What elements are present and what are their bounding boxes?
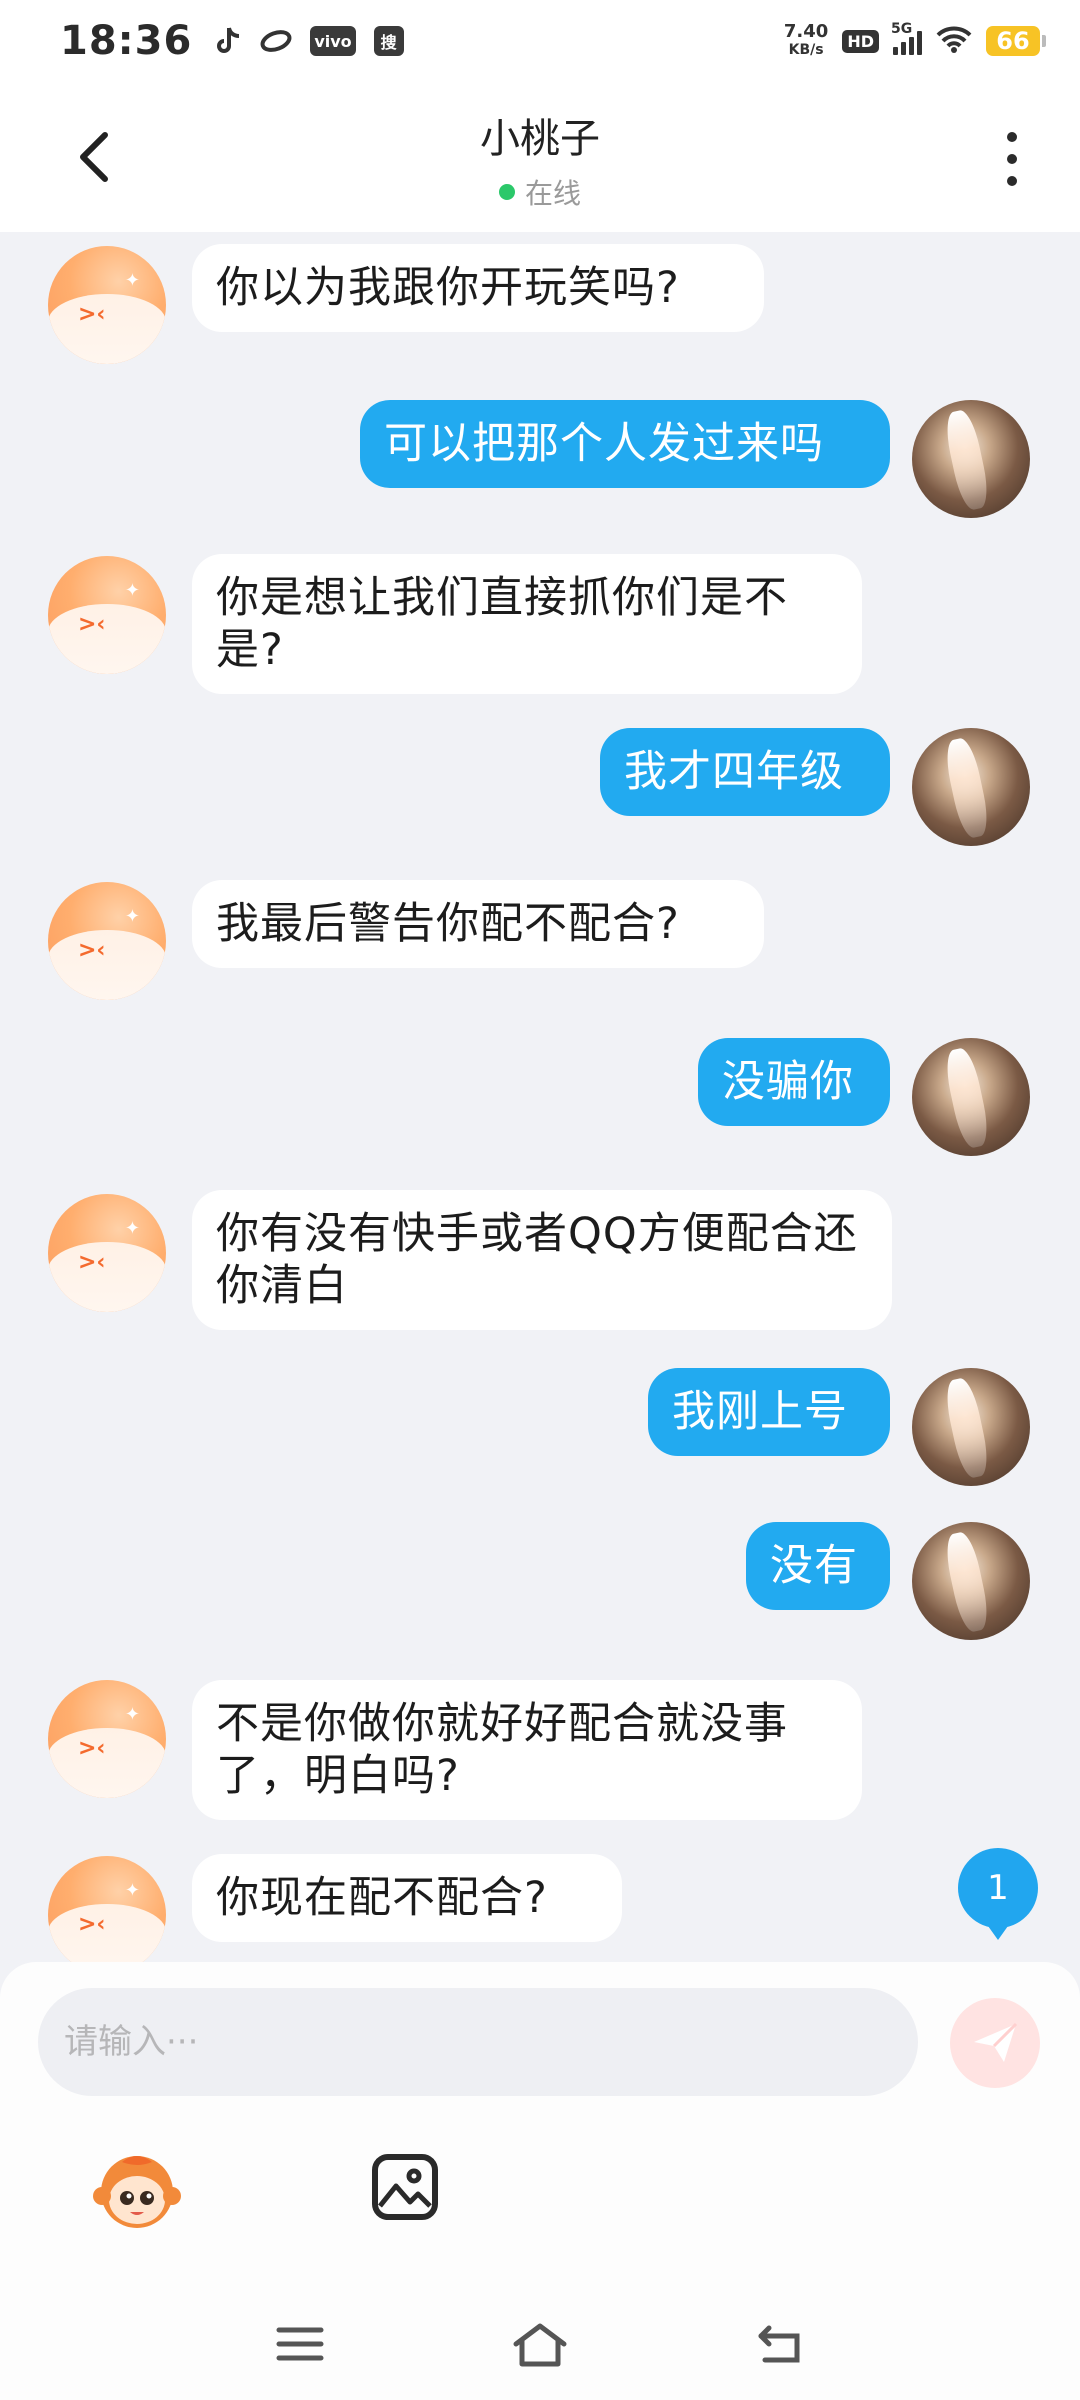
outgoing-message[interactable]: 可以把那个人发过来吗 bbox=[360, 400, 890, 488]
paper-plane-icon bbox=[974, 2022, 1018, 2062]
hd-icon: HD bbox=[842, 29, 879, 53]
contact-avatar[interactable]: >‹ ✦ bbox=[48, 1856, 166, 1962]
contact-avatar[interactable]: >‹ ✦ bbox=[48, 1194, 166, 1312]
user-avatar[interactable] bbox=[912, 400, 1030, 518]
net-speed: 7.40 KB/s bbox=[783, 21, 829, 59]
wifi-icon bbox=[936, 25, 972, 57]
unread-badge[interactable]: 1 bbox=[958, 1848, 1038, 1940]
contact-avatar[interactable]: >‹ ✦ bbox=[48, 1680, 166, 1798]
contact-avatar[interactable]: >‹ ✦ bbox=[48, 882, 166, 1000]
chat-header: 小桃子 在线 bbox=[0, 82, 1080, 232]
link-icon bbox=[260, 29, 292, 53]
signal-icon: 5G bbox=[891, 21, 922, 55]
incoming-message[interactable]: 不是你做你就好好配合就没事了，明白吗? bbox=[192, 1680, 862, 1820]
mascot-icon[interactable] bbox=[92, 2146, 182, 2236]
system-icons: 7.40 KB/s HD 5G 66 bbox=[783, 21, 1046, 59]
vivo-icon: vivo bbox=[310, 26, 356, 56]
online-status-text: 在线 bbox=[524, 177, 581, 210]
incoming-message[interactable]: 你有没有快手或者QQ方便配合还你清白 bbox=[192, 1190, 892, 1330]
composer-tools bbox=[0, 2142, 1080, 2242]
incoming-message[interactable]: 你现在配不配合? bbox=[192, 1854, 622, 1942]
contact-avatar[interactable]: >‹ ✦ bbox=[48, 556, 166, 674]
tiktok-icon bbox=[214, 26, 242, 56]
chat-title: 小桃子 bbox=[480, 116, 600, 162]
chat-title-block: 小桃子 在线 bbox=[0, 106, 1080, 212]
status-bar: 18:36 vivo 搜 7.40 KB/s HD 5G 66 bbox=[0, 0, 1080, 82]
outgoing-message[interactable]: 没有 bbox=[746, 1522, 890, 1610]
message-input[interactable] bbox=[38, 1988, 918, 2096]
user-avatar[interactable] bbox=[912, 1038, 1030, 1156]
more-vertical-icon bbox=[1007, 132, 1017, 142]
incoming-message[interactable]: 我最后警告你配不配合? bbox=[192, 880, 764, 968]
more-options-button[interactable] bbox=[992, 124, 1032, 194]
user-avatar[interactable] bbox=[912, 1522, 1030, 1640]
home-icon[interactable] bbox=[500, 2304, 580, 2384]
status-time: 18:36 bbox=[60, 18, 193, 64]
outgoing-message[interactable]: 我刚上号 bbox=[648, 1368, 890, 1456]
user-avatar[interactable] bbox=[912, 1368, 1030, 1486]
incoming-message[interactable]: 你是想让我们直接抓你们是不是? bbox=[192, 554, 862, 694]
back-icon[interactable] bbox=[740, 2304, 820, 2384]
battery-icon: 66 bbox=[986, 26, 1046, 56]
contact-avatar[interactable]: >‹ ✦ bbox=[48, 246, 166, 364]
image-icon[interactable] bbox=[372, 2154, 438, 2220]
incoming-message[interactable]: 你以为我跟你开玩笑吗? bbox=[192, 244, 764, 332]
user-avatar[interactable] bbox=[912, 728, 1030, 846]
send-button[interactable] bbox=[950, 1998, 1040, 2088]
outgoing-message[interactable]: 没骗你 bbox=[698, 1038, 890, 1126]
online-dot-icon bbox=[498, 184, 515, 200]
notification-icons: vivo 搜 bbox=[214, 26, 404, 56]
system-nav-bar bbox=[0, 2290, 1080, 2400]
sogou-icon: 搜 bbox=[373, 26, 404, 56]
menu-icon[interactable] bbox=[260, 2304, 340, 2384]
message-list[interactable]: >‹ ✦ 你以为我跟你开玩笑吗? 可以把那个人发过来吗 >‹ ✦ 你是想让我们直接抓… bbox=[0, 232, 1080, 1962]
composer bbox=[0, 1962, 1080, 2400]
outgoing-message[interactable]: 我才四年级 bbox=[600, 728, 890, 816]
online-status: 在线 bbox=[498, 172, 581, 212]
